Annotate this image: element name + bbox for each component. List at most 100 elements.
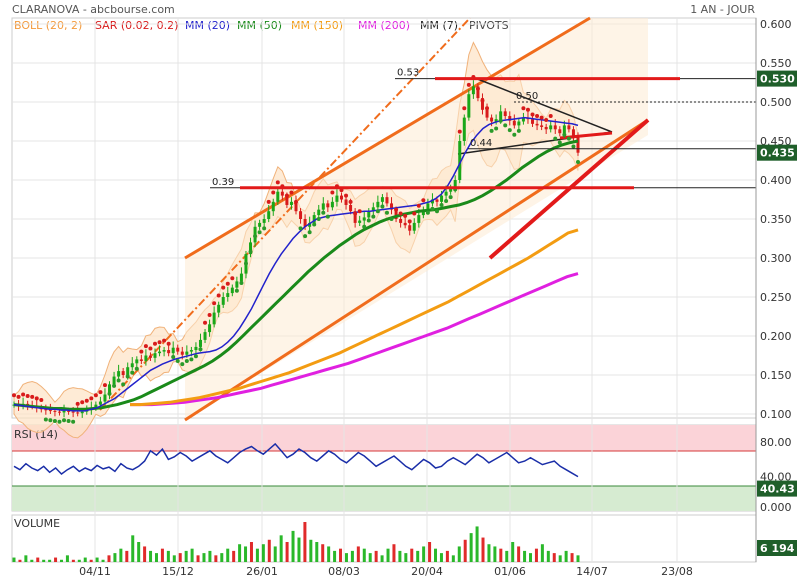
sar-dot	[271, 190, 276, 195]
volume-bar	[546, 550, 550, 562]
sar-dot	[25, 394, 30, 399]
candle-body	[549, 125, 553, 130]
volume-bar	[558, 555, 562, 562]
volume-bar	[77, 559, 81, 562]
sar-dot	[102, 383, 107, 388]
candle-body	[76, 412, 80, 414]
legend-mm20: MM (20)	[185, 19, 230, 32]
time-tick-label: 01/06	[494, 565, 526, 578]
volume-bar	[344, 553, 348, 562]
sar-dot	[153, 341, 157, 346]
sar-dot	[234, 288, 239, 293]
sar-dot	[380, 204, 385, 209]
volume-bar	[445, 550, 449, 562]
sar-dot	[175, 358, 180, 363]
candle-body	[180, 351, 184, 355]
candle-body	[176, 347, 180, 352]
stock-chart[interactable]: CLARANOVA - abcbourse.com 1 AN - JOUR BO…	[0, 0, 800, 580]
candle-body	[239, 273, 243, 282]
sar-dot	[448, 195, 453, 200]
candle-body	[198, 339, 202, 347]
volume-bar	[422, 546, 426, 562]
candle-body	[403, 222, 407, 226]
candle-body	[467, 94, 471, 118]
volume-bar	[327, 546, 331, 562]
candle-body	[117, 371, 121, 377]
volume-bar	[534, 548, 538, 562]
candle-body	[226, 293, 230, 297]
sar-dot	[494, 126, 499, 131]
sar-dot	[243, 261, 248, 266]
time-tick-label: 15/12	[162, 565, 194, 578]
candle-body	[517, 121, 521, 126]
legend-mm200: MM (200)	[358, 19, 410, 32]
volume-bar	[226, 548, 230, 562]
sar-dot	[193, 354, 198, 359]
candle-body	[299, 211, 303, 219]
sar-dot	[530, 112, 535, 117]
legend-boll: BOLL (20, 2)	[14, 19, 82, 32]
candle-body	[426, 203, 430, 210]
sar-dot	[439, 202, 444, 207]
sar-dot	[34, 396, 39, 401]
sar-dot	[43, 417, 48, 422]
volume-bar	[374, 550, 378, 562]
volume-bar	[143, 546, 147, 562]
sar-dot	[525, 107, 530, 112]
legend-sar: SAR (0.02, 0.2)	[95, 19, 178, 32]
sar-dot	[489, 128, 494, 133]
sar-dot	[425, 210, 430, 215]
sar-dot	[52, 419, 57, 424]
volume-bar	[214, 555, 218, 562]
candle-body	[258, 222, 262, 227]
candle-body	[267, 211, 271, 219]
candle-body	[435, 199, 439, 202]
sar-dot	[171, 355, 176, 360]
volume-bar	[232, 550, 236, 562]
candle-body	[280, 191, 284, 196]
rsi-overbought-zone	[12, 425, 756, 451]
volume-bar	[517, 546, 521, 562]
sar-dot	[344, 193, 349, 198]
volume-bar	[30, 559, 34, 562]
candle-body	[376, 201, 380, 208]
legend-mm50: MM (50)	[237, 19, 282, 32]
volume-bar	[529, 553, 533, 562]
sar-dot	[16, 394, 21, 399]
price-tick-label: 0.350	[760, 213, 792, 226]
sar-dot	[166, 341, 171, 346]
volume-bar	[172, 555, 176, 562]
candle-body	[317, 209, 321, 216]
volume-bar	[404, 553, 408, 562]
volume-bar	[190, 548, 194, 562]
candle-body	[158, 351, 162, 354]
time-tick-label: 23/08	[661, 565, 693, 578]
candle-body	[80, 411, 84, 414]
time-tick-label: 20/04	[411, 565, 443, 578]
candle-body	[339, 195, 343, 200]
volume-bar	[149, 550, 153, 562]
sar-dot	[507, 128, 512, 133]
volume-bar	[333, 550, 337, 562]
volume-bar	[368, 553, 372, 562]
candle-body	[367, 211, 371, 218]
volume-bar	[71, 559, 75, 562]
volume-bar	[83, 557, 87, 562]
sar-dot	[143, 344, 148, 349]
sar-dot	[180, 362, 185, 367]
sar-dot	[384, 210, 389, 215]
sar-dot	[539, 115, 544, 120]
volume-bar	[166, 550, 170, 562]
price-tick-label: 0.250	[760, 291, 792, 304]
sar-dot	[312, 222, 317, 227]
sar-dot	[535, 114, 540, 119]
candle-body	[358, 220, 362, 223]
volume-bar	[137, 542, 141, 562]
volume-bar	[18, 559, 22, 562]
volume-bar	[505, 550, 509, 562]
candle-body	[230, 287, 234, 294]
candle-body	[399, 219, 403, 223]
candle-body	[103, 394, 107, 402]
candle-body	[171, 347, 175, 354]
sar-dot	[75, 401, 80, 406]
